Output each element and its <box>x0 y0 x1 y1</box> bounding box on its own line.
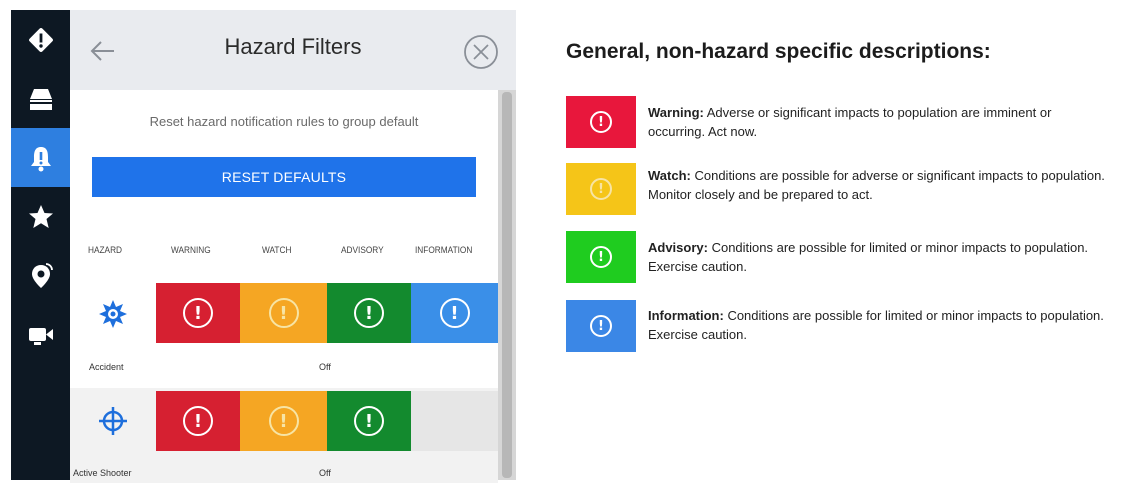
page-title: Hazard Filters <box>224 34 362 59</box>
watch-toggle[interactable]: ! <box>240 391 327 451</box>
legend-title: General, non-hazard specific description… <box>566 40 991 63</box>
information-toggle[interactable] <box>411 391 498 451</box>
alert-icon: ! <box>590 111 612 133</box>
close-icon <box>464 35 498 69</box>
watch-description: Watch: Conditions are possible for adver… <box>648 166 1108 204</box>
legend-term: Information: <box>648 308 724 323</box>
legend-term: Advisory: <box>648 240 708 255</box>
watch-toggle[interactable]: ! <box>240 283 327 343</box>
gear-burst-icon <box>96 297 130 331</box>
warning-toggle[interactable]: ! <box>156 283 240 343</box>
nav-alerts-button[interactable] <box>11 128 70 187</box>
advisory-toggle[interactable]: ! <box>327 283 411 343</box>
legend-term: Watch: <box>648 168 691 183</box>
nav-location-button[interactable] <box>11 246 70 305</box>
information-description: Information: Conditions are possible for… <box>648 306 1108 344</box>
nav-favorites-button[interactable] <box>11 187 70 246</box>
column-header-advisory: ADVISORY <box>341 245 384 255</box>
crosshair-icon <box>96 404 130 438</box>
warning-toggle[interactable]: ! <box>156 391 240 451</box>
warning-description: Warning: Adverse or significant impacts … <box>648 103 1108 141</box>
column-header-watch: WATCH <box>262 245 292 255</box>
legend-text: Conditions are possible for limited or m… <box>648 240 1089 274</box>
alert-icon: ! <box>268 298 299 328</box>
advisory-swatch: ! <box>566 231 636 283</box>
hazard-name: Accident <box>89 362 124 372</box>
column-header-warning: WARNING <box>171 245 211 255</box>
legend-term: Warning: <box>648 105 704 120</box>
reset-caption: Reset hazard notification rules to group… <box>149 114 419 129</box>
scrollbar-thumb[interactable] <box>502 92 512 478</box>
star-icon <box>28 204 53 228</box>
alert-icon: ! <box>268 406 299 436</box>
close-button[interactable] <box>462 33 500 71</box>
information-toggle[interactable]: ! <box>411 283 498 343</box>
hazard-name: Active Shooter <box>73 468 132 478</box>
inbox-tray-icon <box>29 88 52 110</box>
alert-icon: ! <box>183 298 213 328</box>
location-pin-icon <box>31 262 53 288</box>
nav-inbox-button[interactable] <box>11 69 70 128</box>
legend-text: Adverse or significant impacts to popula… <box>648 105 1052 139</box>
advisory-description: Advisory: Conditions are possible for li… <box>648 238 1108 276</box>
warning-swatch: ! <box>566 96 636 148</box>
watch-swatch: ! <box>566 163 636 215</box>
alert-icon: ! <box>183 406 213 436</box>
alert-icon: ! <box>439 298 470 328</box>
status-label: Off <box>319 468 331 478</box>
column-header-information: INFORMATION <box>415 245 473 255</box>
video-camera-icon <box>28 327 53 345</box>
nav-rail <box>11 10 70 480</box>
information-swatch: ! <box>566 300 636 352</box>
advisory-toggle[interactable]: ! <box>327 391 411 451</box>
panel-header: Hazard Filters <box>70 10 516 90</box>
diamond-alert-icon <box>28 27 53 52</box>
alert-icon: ! <box>590 315 612 337</box>
reset-defaults-button[interactable]: RESET DEFAULTS <box>92 157 476 197</box>
alert-icon: ! <box>354 298 384 328</box>
column-header-hazard: HAZARD <box>88 245 123 255</box>
alert-icon: ! <box>590 178 612 200</box>
nav-video-button[interactable] <box>11 305 70 364</box>
nav-hazards-button[interactable] <box>11 10 70 69</box>
alert-icon: ! <box>354 406 384 436</box>
scrollbar[interactable] <box>498 90 516 480</box>
legend-text: Conditions are possible for adverse or s… <box>648 168 1105 202</box>
bell-alert-icon <box>30 146 51 171</box>
status-label: Off <box>319 362 331 372</box>
alert-icon: ! <box>590 246 612 268</box>
